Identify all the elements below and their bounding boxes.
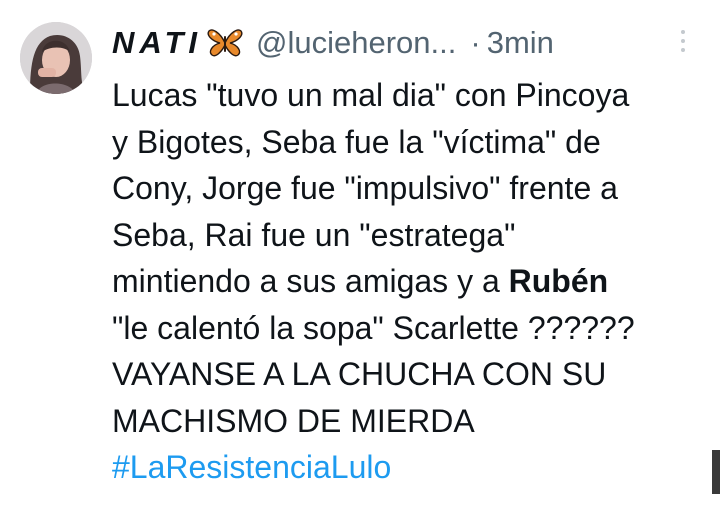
tweet-line: VAYANSE A LA CHUCHA CON SU <box>112 356 607 392</box>
tweet-text: Lucas "tuvo un mal dia" con Pincoya y Bi… <box>112 72 712 491</box>
tweet-header: NATI @lucieheron... · 3min <box>112 20 554 66</box>
bold-name: Rubén <box>508 263 609 299</box>
tweet-line: #LaResistenciaLulo <box>112 444 712 491</box>
user-handle[interactable]: @lucieheron... <box>256 25 456 61</box>
tweet-line: y Bigotes, Seba fue la "víctima" de <box>112 123 601 160</box>
tweet-line: Lucas "tuvo un mal dia" con Pincoya <box>112 77 630 113</box>
tweet-line: mintiendo a sus amigas y a Rubén <box>112 258 712 305</box>
tweet-line: MACHISMO DE MIERDA <box>112 402 475 439</box>
avatar[interactable] <box>20 22 92 94</box>
tweet-line-text: mintiendo a sus amigas y a <box>112 263 509 299</box>
tweet-card[interactable]: NATI @lucieheron... · 3min Lucas "tuvo u… <box>0 0 720 506</box>
butterfly-icon <box>206 26 244 60</box>
tweet-line: Seba, Rai fue un "estratega" <box>112 216 516 253</box>
scrollbar[interactable] <box>712 450 720 494</box>
tweet-line: "le calentó la sopa" Scarlette ?????? <box>112 309 635 346</box>
separator-dot: · <box>470 25 481 60</box>
hashtag-link[interactable]: #LaResistenciaLulo <box>112 449 391 485</box>
tweet-line: Cony, Jorge fue "impulsivo" frente a <box>112 170 618 206</box>
display-name[interactable]: NATI <box>112 25 202 61</box>
timestamp[interactable]: 3min <box>487 25 554 61</box>
more-options-icon[interactable] <box>676 28 690 58</box>
